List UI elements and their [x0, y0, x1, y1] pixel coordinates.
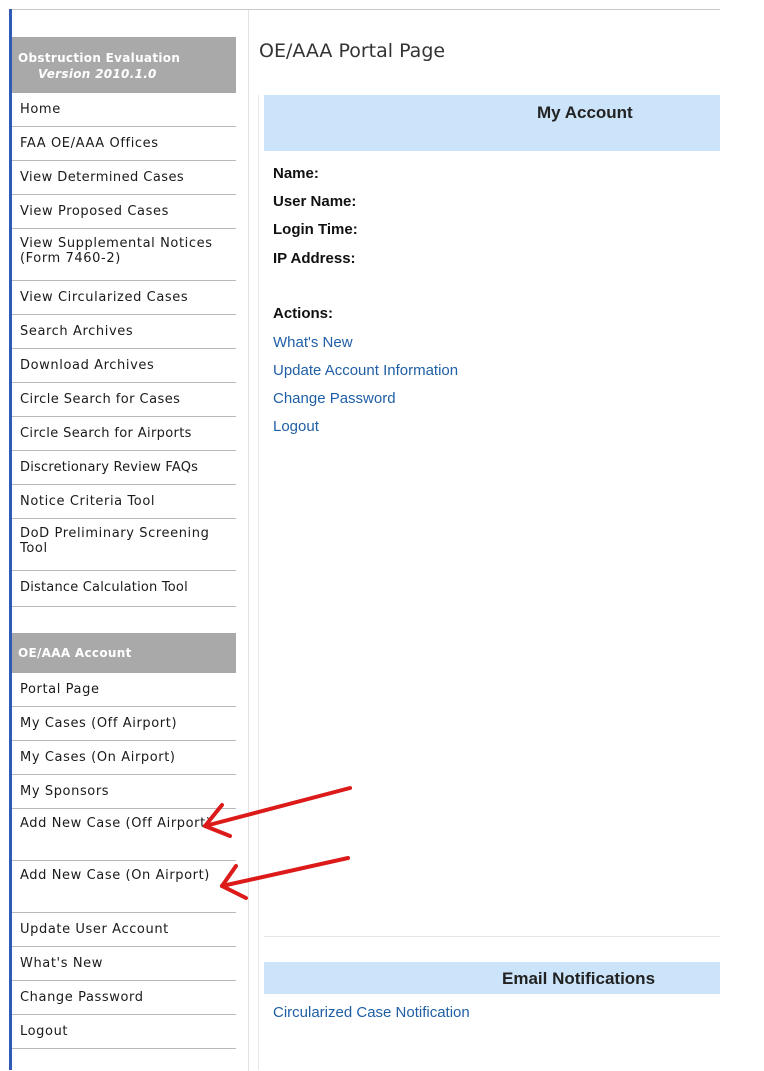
sidebar-item-add-new-case-on-airport[interactable]: Add New Case (On Airport)	[12, 861, 236, 913]
circularized-case-notification-link[interactable]: Circularized Case Notification	[273, 1004, 470, 1021]
my-account-header: My Account	[264, 95, 720, 151]
account-panel-bottom-border	[264, 936, 720, 937]
sidebar-item-search-archives[interactable]: Search Archives	[12, 315, 236, 349]
sidebar-divider	[248, 10, 249, 1071]
sidebar-item-my-sponsors[interactable]: My Sponsors	[12, 775, 236, 809]
sidebar-item-view-supplemental-notices[interactable]: View Supplemental Notices (Form 7460-2)	[12, 229, 236, 281]
sidebar-item-label: My Cases (On Airport)	[20, 750, 176, 765]
sidebar-item-label: Search Archives	[20, 324, 134, 339]
sidebar-item-portal-page[interactable]: Portal Page	[12, 673, 236, 707]
ip-address-label: IP Address:	[273, 250, 356, 267]
sidebar-item-label: View Circularized Cases	[20, 290, 189, 305]
username-label: User Name:	[273, 193, 357, 210]
sidebar-header-obstruction-evaluation: Obstruction Evaluation Version 2010.1.0	[12, 37, 236, 93]
sidebar-item-label: Circle Search for Airports	[20, 426, 192, 441]
sidebar-item-circle-search-cases[interactable]: Circle Search for Cases	[12, 383, 236, 417]
whats-new-link[interactable]: What's New	[273, 334, 353, 351]
sidebar-item-add-new-case-off-airport[interactable]: Add New Case (Off Airport)	[12, 809, 236, 861]
sidebar-item-label: Notice Criteria Tool	[20, 494, 156, 509]
logout-link[interactable]: Logout	[273, 418, 319, 435]
page-title: OE/AAA Portal Page	[259, 40, 446, 62]
sidebar-item-label: My Sponsors	[20, 784, 110, 799]
sidebar-item-label: Change Password	[20, 990, 144, 1005]
sidebar-item-label: Update User Account	[20, 922, 169, 937]
sidebar-item-label: Add New Case (Off Airport)	[20, 816, 212, 831]
sidebar-item-discretionary-review-faqs[interactable]: Discretionary Review FAQs	[12, 451, 236, 485]
sidebar-header-oe-aaa-account: OE/AAA Account	[12, 633, 236, 673]
sidebar-item-logout[interactable]: Logout	[12, 1015, 236, 1049]
sidebar-item-view-circularized-cases[interactable]: View Circularized Cases	[12, 281, 236, 315]
sidebar-item-home[interactable]: Home	[12, 93, 236, 127]
sidebar-item-label: Distance Calculation Tool	[20, 580, 188, 595]
sidebar-item-notice-criteria-tool[interactable]: Notice Criteria Tool	[12, 485, 236, 519]
sidebar-item-view-proposed-cases[interactable]: View Proposed Cases	[12, 195, 236, 229]
sidebar-item-label: Logout	[20, 1024, 69, 1039]
sidebar-item-dod-screening-tool[interactable]: DoD Preliminary Screening Tool	[12, 519, 236, 571]
sidebar-item-my-cases-off-airport[interactable]: My Cases (Off Airport)	[12, 707, 236, 741]
sidebar-item-view-determined-cases[interactable]: View Determined Cases	[12, 161, 236, 195]
sidebar-item-label: What's New	[20, 956, 103, 971]
email-notifications-header-label: Email Notifications	[502, 969, 656, 988]
sidebar-item-label: View Supplemental Notices (Form 7460-2)	[20, 236, 213, 266]
sidebar-item-circle-search-airports[interactable]: Circle Search for Airports	[12, 417, 236, 451]
sidebar-item-label: Discretionary Review FAQs	[20, 460, 199, 475]
sidebar-item-my-cases-on-airport[interactable]: My Cases (On Airport)	[12, 741, 236, 775]
sidebar-item-label: My Cases (Off Airport)	[20, 716, 178, 731]
sidebar-item-label: Circle Search for Cases	[20, 392, 181, 407]
sidebar-header-title: OE/AAA Account	[18, 646, 132, 660]
login-time-label: Login Time:	[273, 221, 358, 238]
sidebar-item-label: View Proposed Cases	[20, 204, 169, 219]
sidebar-item-label: Home	[20, 102, 61, 117]
sidebar-item-distance-calculation-tool[interactable]: Distance Calculation Tool	[12, 571, 236, 607]
sidebar-item-faa-offices[interactable]: FAA OE/AAA Offices	[12, 127, 236, 161]
sidebar-header-version: Version 2010.1.0	[38, 67, 157, 81]
sidebar-item-label: DoD Preliminary Screening Tool	[20, 526, 210, 556]
my-account-header-label: My Account	[537, 103, 633, 122]
content-left-border	[258, 95, 259, 1070]
sidebar-item-download-archives[interactable]: Download Archives	[12, 349, 236, 383]
sidebar-item-update-user-account[interactable]: Update User Account	[12, 913, 236, 947]
sidebar-item-label: Add New Case (On Airport)	[20, 868, 210, 883]
update-account-information-link[interactable]: Update Account Information	[273, 362, 458, 379]
sidebar-header-title: Obstruction Evaluation	[18, 51, 181, 65]
sidebar-item-label: Portal Page	[20, 682, 100, 697]
sidebar-item-whats-new[interactable]: What's New	[12, 947, 236, 981]
change-password-link[interactable]: Change Password	[273, 390, 396, 407]
sidebar-item-label: Download Archives	[20, 358, 155, 373]
email-notifications-header: Email Notifications	[264, 962, 720, 994]
actions-label: Actions:	[273, 305, 333, 322]
name-label: Name:	[273, 165, 319, 182]
annotation-arrow-on-airport	[220, 856, 350, 900]
sidebar-item-label: FAA OE/AAA Offices	[20, 136, 159, 151]
sidebar-item-change-password[interactable]: Change Password	[12, 981, 236, 1015]
top-divider	[12, 9, 720, 10]
sidebar-item-label: View Determined Cases	[20, 170, 185, 185]
